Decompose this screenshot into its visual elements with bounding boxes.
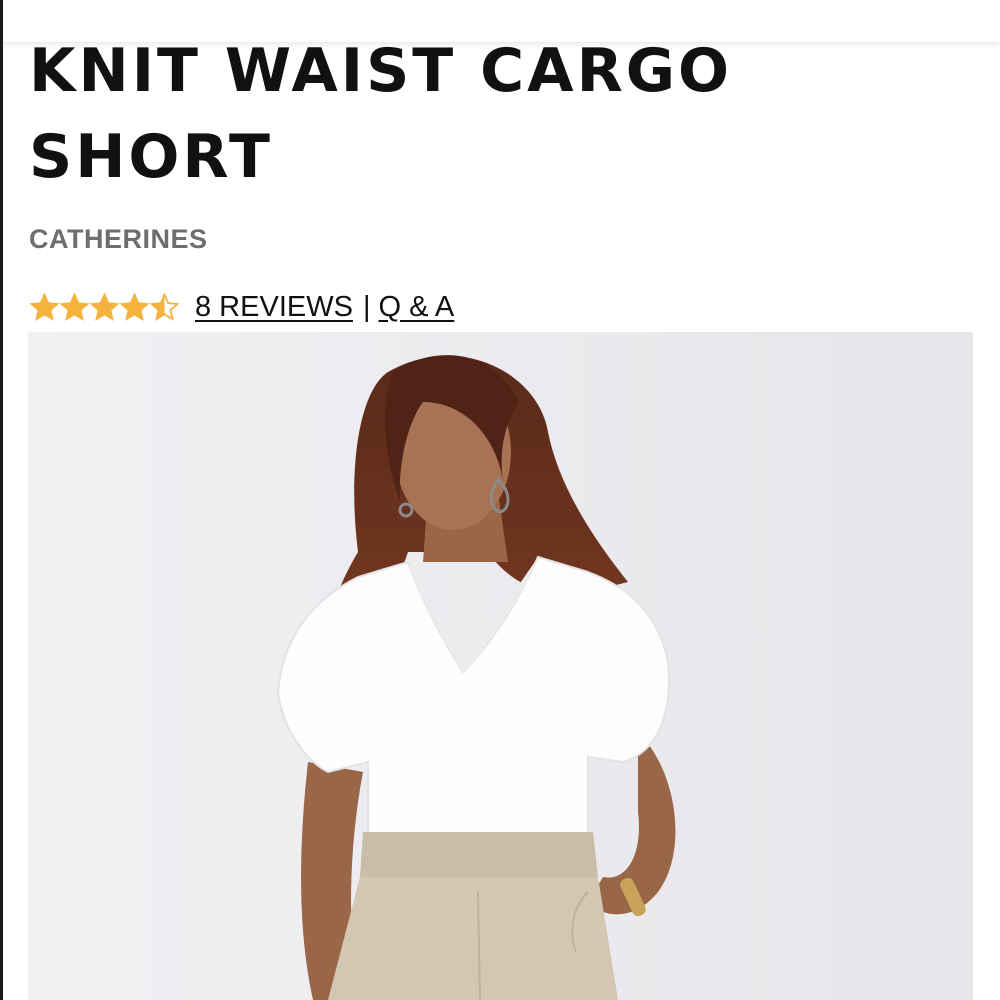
star-rating[interactable] xyxy=(29,291,180,323)
link-separator: | xyxy=(362,290,371,323)
model-photo xyxy=(28,332,973,1000)
reviews-link[interactable]: 8 REVIEWS xyxy=(195,291,353,324)
star-full-icon xyxy=(89,291,120,323)
left-edge-border xyxy=(0,0,3,1000)
star-full-icon xyxy=(59,291,90,323)
star-full-icon xyxy=(29,291,60,323)
product-page: KNIT WAIST CARGO SHORT CATHERINES 8 REVI… xyxy=(0,0,1000,1000)
star-half-icon xyxy=(149,291,180,323)
rating-row: 8 REVIEWS | Q & A xyxy=(29,285,454,329)
brand-name: CATHERINES xyxy=(29,224,208,254)
product-image[interactable] xyxy=(28,332,973,1000)
product-title: KNIT WAIST CARGO SHORT xyxy=(29,36,733,192)
star-full-icon xyxy=(119,291,150,323)
qa-link[interactable]: Q & A xyxy=(378,291,454,324)
top-header-bar xyxy=(0,0,1000,42)
